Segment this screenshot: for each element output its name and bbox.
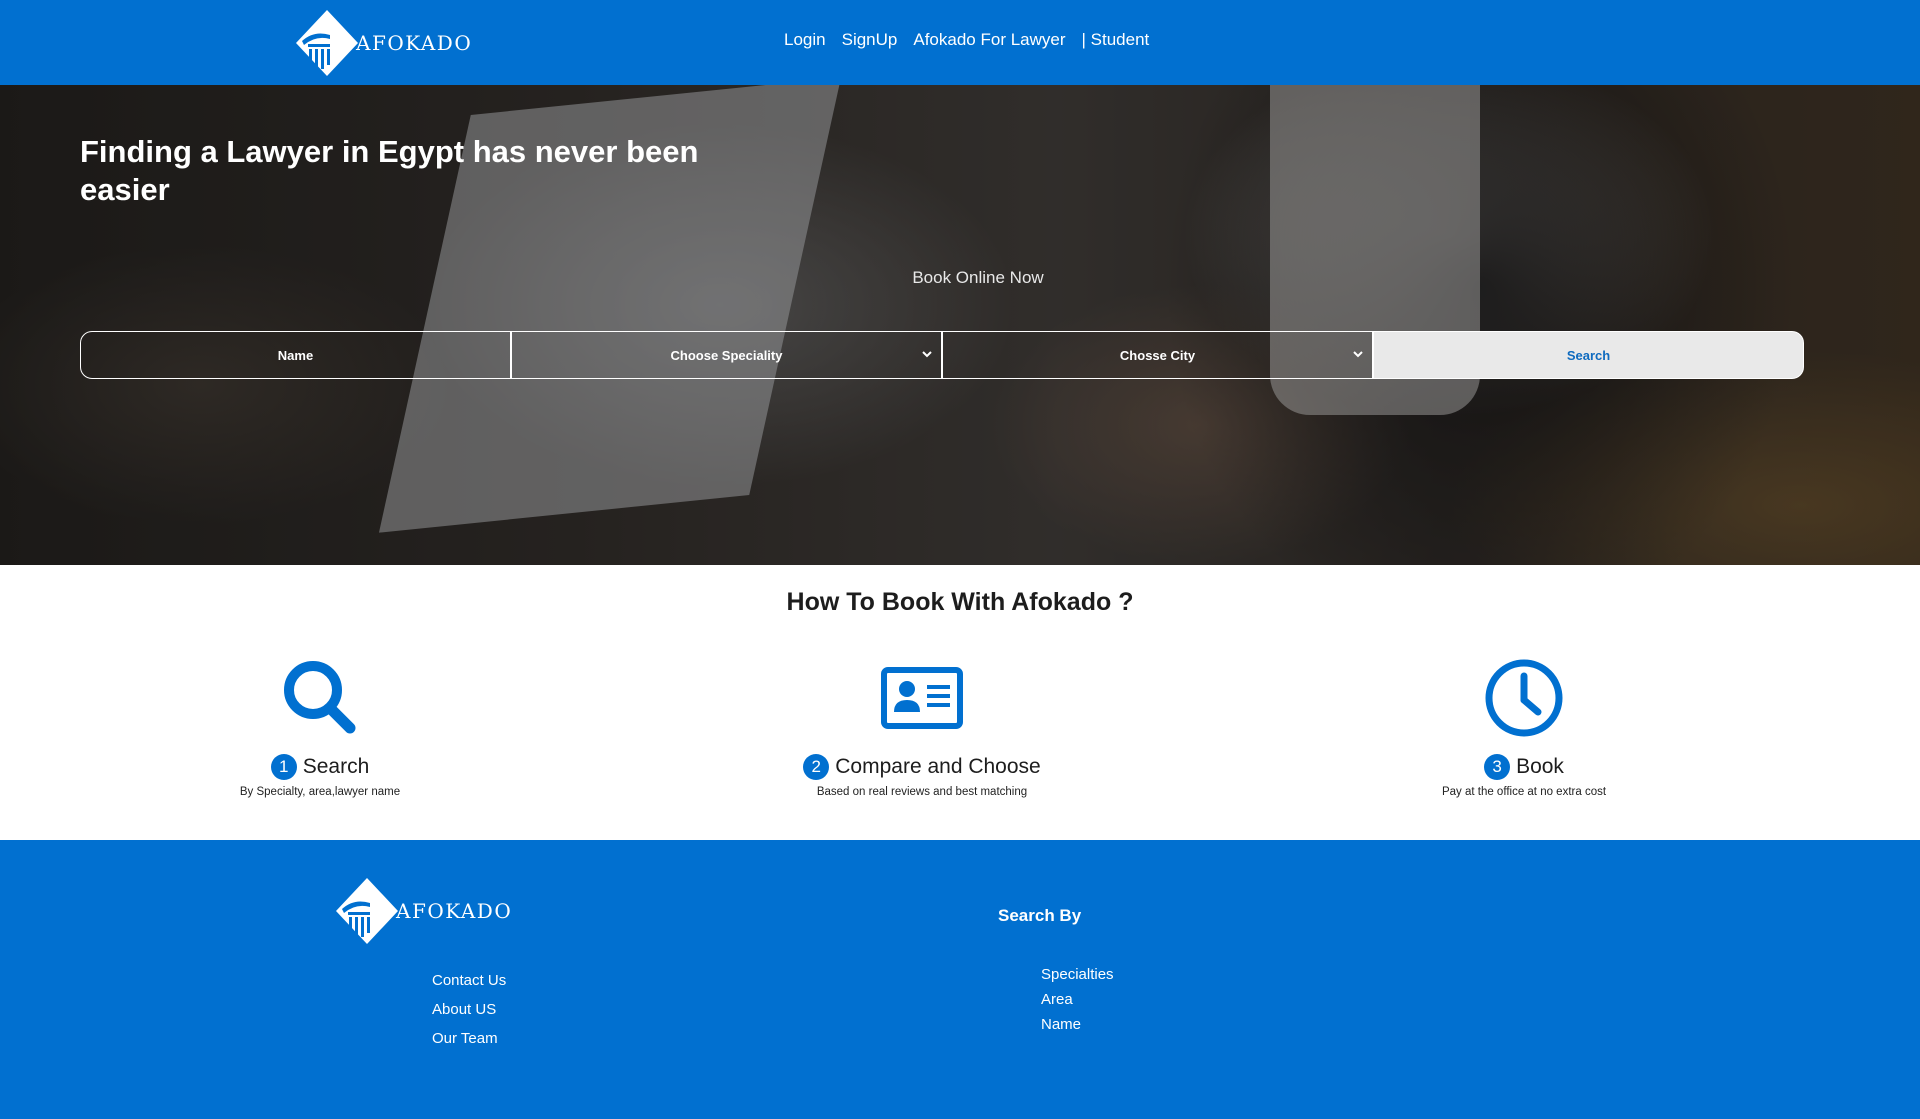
id-card-icon (881, 667, 963, 729)
courthouse-logo-icon (296, 10, 358, 76)
step-number-badge: 2 (803, 754, 830, 780)
step-description: Based on real reviews and best matching (816, 786, 1028, 798)
footer-brand-logo[interactable]: AFOKADO (330, 876, 512, 946)
nav-lawyer-link[interactable]: Afokado For Lawyer (913, 30, 1065, 50)
step-compare: 2 Compare and Choose Based on real revie… (722, 656, 1122, 798)
name-link[interactable]: Name (1041, 1016, 1114, 1033)
magnifier-icon (284, 661, 356, 734)
city-select[interactable]: Chosse City (942, 331, 1373, 379)
area-link[interactable]: Area (1041, 991, 1114, 1008)
nav-student-link[interactable]: | Student (1082, 30, 1150, 50)
hero-title: Finding a Lawyer in Egypt has never been… (80, 134, 699, 207)
chevron-down-icon (1353, 351, 1363, 358)
step-description: By Specialty, area,lawyer name (239, 786, 401, 798)
search-by-title: Search By (998, 906, 1082, 925)
main-nav: Login SignUp Afokado For Lawyer | Studen… (784, 30, 1149, 50)
name-input[interactable]: Name (80, 331, 511, 379)
name-input-label: Name (277, 347, 314, 363)
step-number-badge: 1 (270, 754, 297, 780)
specialties-link[interactable]: Specialties (1041, 966, 1114, 983)
step-number-badge: 3 (1484, 754, 1511, 780)
hero-subtitle: Book Online Now (912, 268, 1044, 287)
lawyer-search-form: Name Choose Speciality Chosse City Searc… (80, 331, 1804, 379)
footer: AFOKADO Contact Us About US Our Team Sea… (0, 840, 1920, 1119)
nav-login-link[interactable]: Login (784, 30, 826, 50)
clock-icon (1485, 659, 1563, 737)
hero-section: Finding a Lawyer in Egypt has never been… (0, 85, 1920, 565)
search-by-links: Specialties Area Name (1041, 966, 1114, 1033)
speciality-select[interactable]: Choose Speciality (511, 331, 942, 379)
contact-us-link[interactable]: Contact Us (432, 972, 506, 989)
step-book: 3 Book Pay at the office at no extra cos… (1324, 656, 1724, 798)
our-team-link[interactable]: Our Team (432, 1030, 506, 1047)
brand-name: AFOKADO (356, 31, 473, 55)
nav-signup-link[interactable]: SignUp (842, 30, 898, 50)
about-us-link[interactable]: About US (432, 1001, 506, 1018)
step-title: Search (302, 755, 370, 778)
speciality-select-label: Choose Speciality (670, 347, 783, 363)
step-description: Pay at the office at no extra cost (1441, 786, 1607, 798)
step-title: Book (1516, 755, 1564, 778)
search-button[interactable]: Search (1373, 331, 1804, 379)
courthouse-logo-icon (336, 878, 398, 944)
top-navbar: AFOKADO Login SignUp Afokado For Lawyer … (0, 0, 1920, 85)
step-search: 1 Search By Specialty, area,lawyer name (120, 656, 520, 798)
brand-logo[interactable]: AFOKADO (290, 8, 472, 78)
city-select-label: Chosse City (1119, 347, 1196, 363)
footer-brand-name: AFOKADO (396, 899, 513, 923)
footer-links: Contact Us About US Our Team (432, 972, 506, 1047)
howto-title: How To Book With Afokado ? (786, 588, 1134, 616)
chevron-down-icon (922, 351, 932, 358)
step-title: Compare and Choose (835, 755, 1041, 778)
